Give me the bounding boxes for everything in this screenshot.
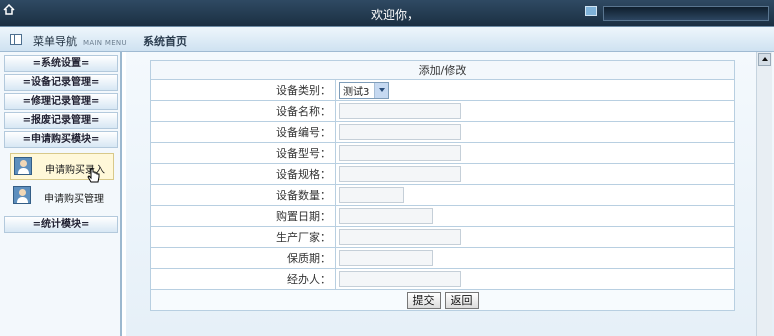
sidebar-section-repair-records[interactable]: =修理记录管理= — [4, 93, 118, 110]
user-info-field — [603, 6, 769, 21]
form-actions: 提交 返回 — [150, 289, 735, 311]
form-row-manufacturer: 生产厂家： — [150, 226, 735, 248]
sidebar: =系统设置= =设备记录管理= =修理记录管理= =报废记录管理= =申请购买模… — [0, 52, 122, 336]
form-row-purchase-date: 购置日期： — [150, 205, 735, 227]
top-bar: 欢迎你， — [0, 0, 774, 27]
submit-button[interactable]: 提交 — [406, 291, 441, 309]
sidebar-section-device-records[interactable]: =设备记录管理= — [4, 74, 118, 91]
scroll-up-icon[interactable] — [758, 53, 771, 66]
menu-title: 菜单导航 MAIN MENU — [33, 33, 127, 49]
sub-bar: 菜单导航 MAIN MENU 系统首页 — [0, 27, 774, 52]
welcome-text: 欢迎你， — [370, 8, 419, 22]
sidebar-item-purchase-manage[interactable]: 申请购买管理 — [10, 183, 114, 210]
sidebar-item-purchase-entry[interactable]: 申请购买录入 — [10, 153, 114, 183]
manufacturer-input[interactable] — [339, 229, 461, 245]
model-label: 设备型号： — [150, 142, 336, 164]
name-label: 设备名称： — [150, 100, 336, 122]
page-title: 系统首页 — [143, 35, 187, 48]
user-icon — [13, 186, 31, 204]
form-title: 添加/修改 — [150, 60, 735, 80]
sidebar-section-system-settings[interactable]: =系统设置= — [4, 55, 118, 72]
category-select-value: 测试3 — [343, 86, 370, 98]
user-icon — [14, 157, 32, 175]
form-row-number: 设备编号： — [150, 121, 735, 143]
form-row-model: 设备型号： — [150, 142, 735, 164]
manufacturer-label: 生产厂家： — [150, 226, 336, 248]
menu-title-text: 菜单导航 — [33, 35, 77, 48]
sidebar-section-statistics[interactable]: =统计模块= — [4, 216, 118, 233]
warranty-label: 保质期： — [150, 247, 336, 269]
model-input[interactable] — [339, 145, 461, 161]
spec-label: 设备规格： — [150, 163, 336, 185]
warranty-input[interactable] — [339, 250, 433, 266]
handler-input[interactable] — [339, 271, 461, 287]
category-label: 设备类别： — [150, 79, 336, 101]
name-input[interactable] — [339, 103, 461, 119]
category-select[interactable]: 测试3 — [339, 81, 389, 99]
menu-icon — [10, 34, 22, 45]
form-row-spec: 设备规格： — [150, 163, 735, 185]
menu-subtitle: MAIN MENU — [83, 39, 127, 47]
handler-label: 经办人： — [150, 268, 336, 290]
form-row-warranty: 保质期： — [150, 247, 735, 269]
form-row-name: 设备名称： — [150, 100, 735, 122]
sidebar-section-purchase-request[interactable]: =申请购买模块= — [4, 131, 118, 148]
form-row-quantity: 设备数量： — [150, 184, 735, 206]
window-icon — [585, 6, 597, 16]
sidebar-item-label: 申请购买管理 — [44, 194, 104, 205]
purchase-date-input[interactable] — [339, 208, 433, 224]
chevron-down-icon[interactable] — [374, 82, 388, 98]
form-row-category: 设备类别： 测试3 — [150, 79, 735, 101]
main-content: 添加/修改 设备类别： 测试3 设备名称： 设备编号： 设备型号： 设备规格： — [126, 52, 774, 336]
vertical-scrollbar[interactable] — [756, 52, 772, 336]
number-label: 设备编号： — [150, 121, 336, 143]
quantity-label: 设备数量： — [150, 184, 336, 206]
spec-input[interactable] — [339, 166, 461, 182]
sidebar-section-scrap-records[interactable]: =报废记录管理= — [4, 112, 118, 129]
number-input[interactable] — [339, 124, 461, 140]
quantity-input[interactable] — [339, 187, 404, 203]
purchase-date-label: 购置日期： — [150, 205, 336, 227]
back-button[interactable]: 返回 — [444, 291, 479, 309]
device-form: 添加/修改 设备类别： 测试3 设备名称： 设备编号： 设备型号： 设备规格： — [150, 60, 735, 311]
home-icon[interactable] — [3, 4, 15, 15]
form-row-handler: 经办人： — [150, 268, 735, 290]
